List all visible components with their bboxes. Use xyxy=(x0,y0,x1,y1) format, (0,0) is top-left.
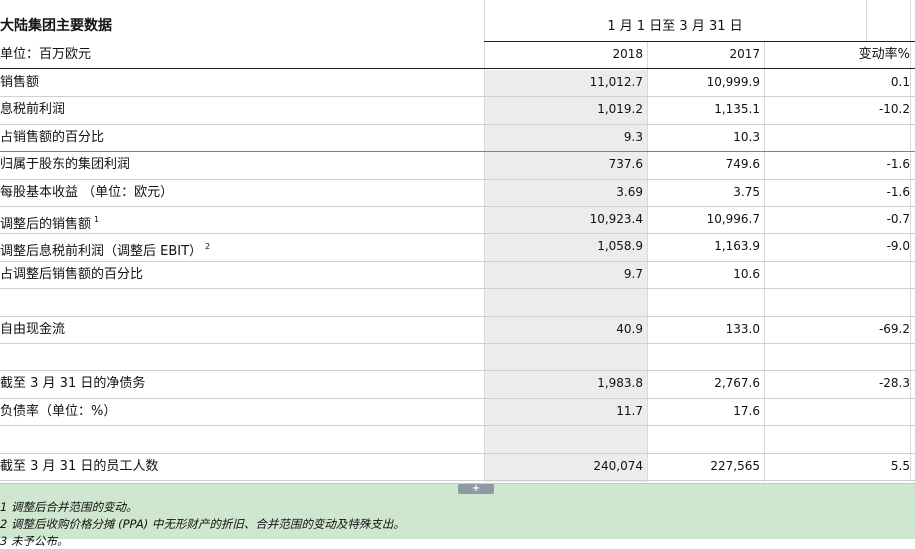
row-label: 息税前利润 xyxy=(0,102,66,117)
value-2017: 1,163.9 xyxy=(714,239,760,253)
row-label: 占销售额的百分比 xyxy=(0,130,105,145)
value-change: -10.2 xyxy=(878,102,910,116)
value-2017: 1,135.1 xyxy=(714,102,760,116)
value-2018 xyxy=(484,288,643,315)
value-change: -69.2 xyxy=(878,322,910,336)
value-2018: 11.7 xyxy=(616,404,643,418)
footnote-2: 2 调整后收购价格分摊 (PPA) 中无形财产的折旧、合并范围的变动及特殊支出。 xyxy=(0,517,405,531)
value-change: 0.1 xyxy=(890,75,910,89)
table-title: 大陆集团主要数据 xyxy=(0,18,112,34)
row-label: 调整后的销售额 1 xyxy=(0,215,100,232)
value-change: -1.6 xyxy=(886,157,910,171)
value-change xyxy=(765,343,910,370)
value-2018: 240,074 xyxy=(593,459,643,473)
value-2018: 1,983.8 xyxy=(597,376,643,390)
value-2017 xyxy=(647,288,760,315)
value-2017: 749.6 xyxy=(725,157,760,171)
value-2018: 11,012.7 xyxy=(589,75,643,89)
value-change: -1.6 xyxy=(886,185,910,199)
value-change: 5.5 xyxy=(890,459,910,473)
value-2018: 737.6 xyxy=(608,157,643,171)
footnote-1: 1 调整后合并范围的变动。 xyxy=(0,500,138,514)
row-divider xyxy=(0,480,915,481)
value-2018: 10,923.4 xyxy=(589,212,643,226)
value-2017 xyxy=(647,425,760,452)
key-figures-table: 大陆集团主要数据 1 月 1 日至 3 月 31 日 单位：百万欧元 2018 … xyxy=(0,0,915,538)
footnote-marker: 1 xyxy=(94,215,100,224)
value-change: -28.3 xyxy=(878,376,910,390)
value-2018: 3.69 xyxy=(616,185,643,199)
footnote-3: 3 未予公布。 xyxy=(0,534,69,548)
value-2018: 40.9 xyxy=(616,322,643,336)
value-2017: 10.6 xyxy=(733,267,760,281)
value-change xyxy=(765,288,910,315)
value-2018: 9.3 xyxy=(623,130,643,144)
value-change: -0.7 xyxy=(886,212,910,226)
row-label: 调整后息税前利润（调整后 EBIT） 2 xyxy=(0,242,211,259)
row-label: 自由现金流 xyxy=(0,322,66,337)
row-label: 截至 3 月 31 日的净债务 xyxy=(0,376,146,391)
grid-line xyxy=(910,0,911,482)
value-2018: 9.7 xyxy=(623,267,643,281)
value-2017 xyxy=(647,343,760,370)
row-label: 负债率（单位：%） xyxy=(0,404,117,419)
column-header-2018: 2018 xyxy=(612,47,643,61)
value-2017: 2,767.6 xyxy=(714,376,760,390)
value-change: -9.0 xyxy=(886,239,910,253)
value-2017: 10,999.9 xyxy=(706,75,760,89)
row-label: 占调整后销售额的百分比 xyxy=(0,267,144,282)
footnote-marker: 2 xyxy=(205,242,211,251)
period-header: 1 月 1 日至 3 月 31 日 xyxy=(607,19,743,34)
unit-label: 单位：百万欧元 xyxy=(0,47,92,62)
value-2018: 1,058.9 xyxy=(597,239,643,253)
row-label: 销售额 xyxy=(0,75,40,90)
value-2018: 1,019.2 xyxy=(597,102,643,116)
value-2017: 227,565 xyxy=(710,459,760,473)
grid-line xyxy=(866,0,867,42)
value-change xyxy=(765,398,910,425)
row-label: 截至 3 月 31 日的员工人数 xyxy=(0,459,159,474)
value-change xyxy=(765,261,910,288)
value-2017: 133.0 xyxy=(725,322,760,336)
value-change xyxy=(765,425,910,452)
value-change xyxy=(765,124,910,151)
value-2017: 10,996.7 xyxy=(706,212,760,226)
column-header-change: 变动率% xyxy=(858,47,910,62)
row-label: 每股基本收益 （单位：欧元） xyxy=(0,185,174,200)
value-2017: 17.6 xyxy=(733,404,760,418)
row-label: 归属于股东的集团利润 xyxy=(0,157,131,172)
value-2017: 10.3 xyxy=(733,130,760,144)
value-2018 xyxy=(484,425,643,452)
column-header-2017: 2017 xyxy=(729,47,760,61)
value-2018 xyxy=(484,343,643,370)
expand-rows-button[interactable]: + xyxy=(458,484,494,494)
value-2017: 3.75 xyxy=(733,185,760,199)
